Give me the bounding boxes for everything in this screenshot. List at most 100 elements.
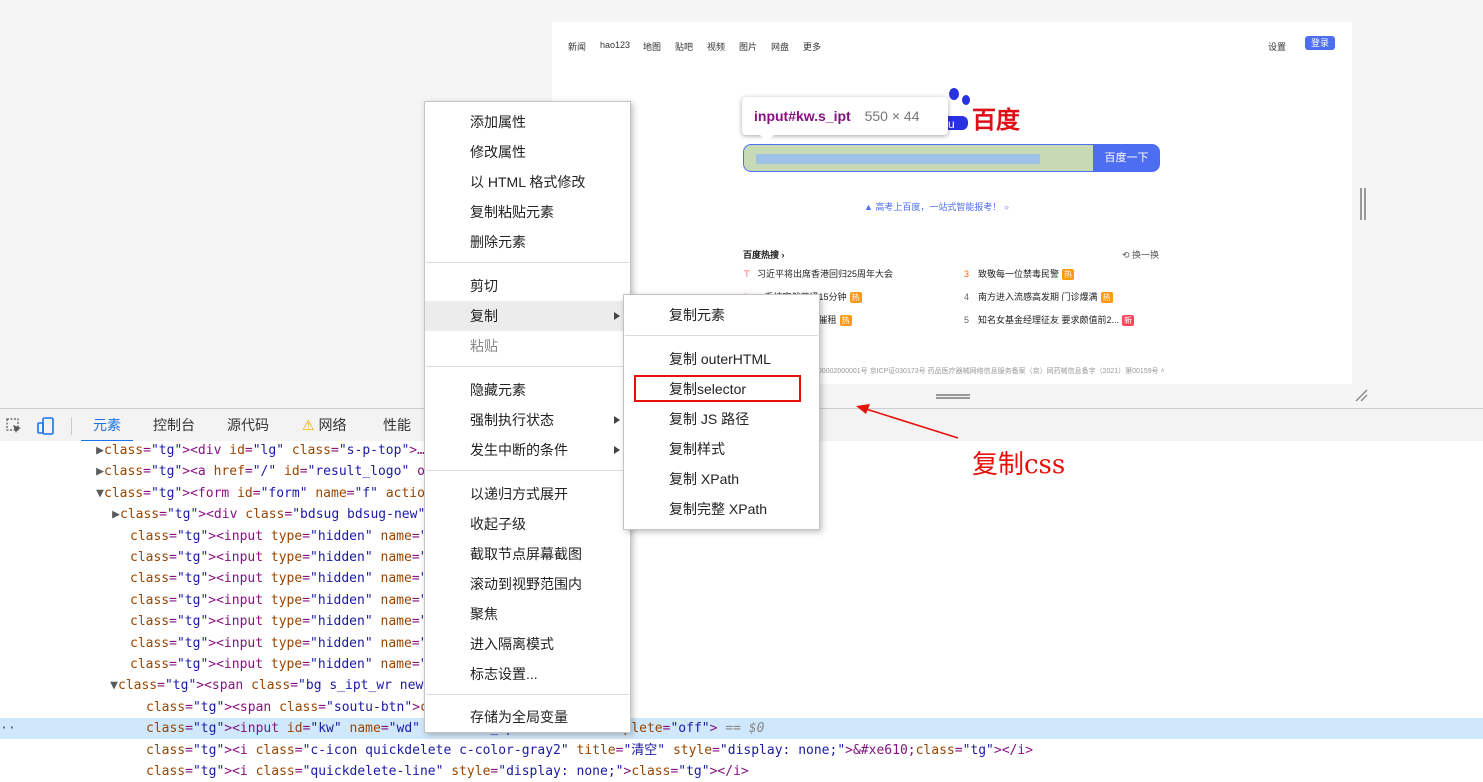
tab-elements[interactable]: 元素 — [81, 409, 133, 442]
hot-item-rank: 3 — [964, 269, 970, 279]
dom-node-markup: class="tg"><i class="quickdelete-line" s… — [146, 764, 749, 779]
footer-text: ...00002000001号 京ICP证030173号 药品医疗器械网络信息服… — [812, 366, 1165, 376]
pinned-icon: ⊤ — [743, 269, 751, 279]
menu-delete-element[interactable]: 删除元素 — [425, 227, 630, 257]
menu-duplicate-element[interactable]: 复制粘贴元素 — [425, 197, 630, 227]
expand-triangle-icon[interactable]: ▶ — [0, 504, 120, 525]
vertical-resize-handle[interactable] — [1360, 188, 1366, 220]
expand-triangle-icon[interactable]: ▶ — [0, 461, 104, 482]
dom-node[interactable]: ▼class="tg"><form id="form" name="f" act… — [0, 483, 487, 504]
annotation-arrow-icon — [856, 404, 959, 439]
nav-link-video[interactable]: 视频 — [707, 40, 725, 53]
nav-link-pan[interactable]: 网盘 — [771, 40, 789, 53]
tooltip-size: 550 × 44 — [864, 108, 920, 124]
menu-break-on[interactable]: 发生中断的条件 — [425, 435, 630, 465]
tooltip-selector: input#kw.s_ipt — [754, 108, 851, 124]
dom-node-selected[interactable]: class="tg"><input id="kw" name="wd" clas… — [0, 718, 1483, 740]
menu-focus[interactable]: 聚焦 — [425, 599, 630, 629]
nav-link-hao123[interactable]: hao123 — [600, 40, 630, 50]
menu-expand-recursively[interactable]: 以递归方式展开 — [425, 479, 630, 509]
dom-node[interactable]: ▼class="tg"><span class="bg s_ipt_wr new… — [0, 675, 486, 696]
promo-link[interactable]: ▲ 高考上百度，一站式智能报考！ » — [864, 200, 1009, 213]
menu-force-state[interactable]: 强制执行状态 — [425, 405, 630, 435]
hot-tag: 热 — [839, 315, 852, 326]
search-input[interactable] — [743, 144, 1093, 172]
menu-force-state-label: 强制执行状态 — [470, 412, 554, 428]
baidu-logo-text: 百度 — [972, 107, 1020, 134]
menu-enter-isolation-mode[interactable]: 进入隔离模式 — [425, 629, 630, 659]
hot-tag: 热 — [1100, 292, 1113, 303]
hot-item-text: 南方进入流感高发期 门诊爆满 — [978, 292, 1098, 302]
hot-search-title[interactable]: 百度热搜 › — [743, 248, 785, 261]
submenu-copy-xpath[interactable]: 复制 XPath — [624, 464, 819, 494]
chevron-right-icon: › — [779, 250, 785, 260]
nav-link-more[interactable]: 更多 — [803, 40, 821, 53]
hot-item-rank: 5 — [964, 315, 970, 325]
dom-node-markup: class="tg"><i class="c-icon quickdelete … — [146, 742, 1034, 758]
menu-paste[interactable]: 粘贴 — [425, 331, 630, 361]
tab-console[interactable]: 控制台 — [153, 409, 195, 442]
more-dots-icon[interactable]: ·· — [0, 718, 16, 739]
hot-item[interactable]: 4 南方进入流感高发期 门诊爆满热 — [964, 290, 1113, 303]
search-button[interactable]: 百度一下 — [1093, 144, 1160, 172]
copy-submenu: 复制元素 复制 outerHTML 复制selector 复制 JS 路径 复制… — [623, 294, 820, 530]
expand-triangle-icon[interactable]: ▼ — [0, 675, 118, 696]
nav-link-map[interactable]: 地图 — [643, 40, 661, 53]
nav-link-images[interactable]: 图片 — [739, 40, 757, 53]
login-button[interactable]: 登录 — [1305, 36, 1335, 50]
hot-item-text: 知名女基金经理征友 要求颇值前2... — [978, 315, 1120, 325]
submenu-copy-element[interactable]: 复制元素 — [624, 300, 819, 330]
toolbar-divider — [71, 417, 72, 435]
menu-edit-as-html[interactable]: 以 HTML 格式修改 — [425, 167, 630, 197]
chevron-up-icon[interactable]: ˄ — [1159, 368, 1165, 375]
menu-break-on-label: 发生中断的条件 — [470, 442, 568, 458]
menu-hide-element[interactable]: 隐藏元素 — [425, 375, 630, 405]
annotation-highlight-box — [634, 375, 801, 402]
corner-resize-icon[interactable] — [1354, 388, 1368, 402]
submenu-arrow-icon — [614, 416, 620, 424]
context-menu: 添加属性 修改属性 以 HTML 格式修改 复制粘贴元素 删除元素 剪切 复制 … — [424, 101, 631, 733]
svg-text:u: u — [948, 117, 955, 130]
menu-separator — [426, 694, 629, 695]
menu-badge-settings[interactable]: 标志设置... — [425, 659, 630, 689]
submenu-copy-outerhtml[interactable]: 复制 outerHTML — [624, 344, 819, 374]
menu-scroll-into-view[interactable]: 滚动到视野范围内 — [425, 569, 630, 599]
tab-network[interactable]: ⚠ 网络 — [302, 409, 346, 442]
dom-node[interactable]: ▶class="tg"><div class="bdsug bdsug-new"… — [0, 504, 488, 525]
inspect-element-icon[interactable] — [5, 417, 23, 435]
expand-triangle-icon[interactable]: ▶ — [0, 440, 104, 461]
hot-tag: 热 — [849, 292, 862, 303]
submenu-arrow-icon — [614, 446, 620, 454]
double-chevron-right-icon: » — [1001, 202, 1009, 212]
menu-cut[interactable]: 剪切 — [425, 271, 630, 301]
refresh-button[interactable]: ⟲ 换一换 — [1122, 248, 1159, 261]
hot-item[interactable]: 3 致敬每一位禁毒民警热 — [964, 267, 1075, 280]
graduation-cap-icon: ▲ — [864, 202, 876, 212]
dom-node[interactable]: class="tg"><i class="c-icon quickdelete … — [0, 740, 1033, 761]
tab-sources[interactable]: 源代码 — [227, 409, 269, 442]
hot-item[interactable]: ⊤ 习近平将出席香港回归25周年大会 — [743, 267, 893, 280]
inspect-highlight — [756, 154, 1040, 164]
nav-link-news[interactable]: 新闻 — [568, 40, 586, 53]
menu-edit-attribute[interactable]: 修改属性 — [425, 137, 630, 167]
nav-link-tieba[interactable]: 贴吧 — [675, 40, 693, 53]
dom-node[interactable]: class="tg"><i class="quickdelete-line" s… — [0, 761, 749, 782]
settings-link[interactable]: 设置 — [1268, 40, 1286, 53]
menu-collapse-children[interactable]: 收起子级 — [425, 509, 630, 539]
submenu-copy-js-path[interactable]: 复制 JS 路径 — [624, 404, 819, 434]
menu-add-attribute[interactable]: 添加属性 — [425, 107, 630, 137]
expand-triangle-icon[interactable]: ▼ — [0, 483, 104, 504]
dom-node[interactable]: ▶class="tg"><a href="/" id="result_logo"… — [0, 461, 487, 482]
dom-node[interactable]: class="tg"><input type="hidden" name="rs… — [0, 590, 490, 611]
refresh-icon: ⟲ — [1122, 250, 1133, 260]
submenu-copy-styles[interactable]: 复制样式 — [624, 434, 819, 464]
hot-item[interactable]: 5 知名女基金经理征友 要求颇值前2... 新 — [964, 313, 1135, 326]
submenu-copy-full-xpath[interactable]: 复制完整 XPath — [624, 494, 819, 524]
device-toolbar-icon[interactable] — [37, 417, 55, 435]
menu-store-as-global-variable[interactable]: 存储为全局变量 — [425, 702, 630, 732]
menu-capture-node-screenshot[interactable]: 截取节点屏幕截图 — [425, 539, 630, 569]
menu-copy[interactable]: 复制 — [425, 301, 630, 331]
promo-text: 高考上百度，一站式智能报考！ — [875, 202, 1002, 212]
hot-tag: 热 — [1062, 269, 1075, 280]
tab-performance[interactable]: 性能 — [383, 409, 411, 442]
